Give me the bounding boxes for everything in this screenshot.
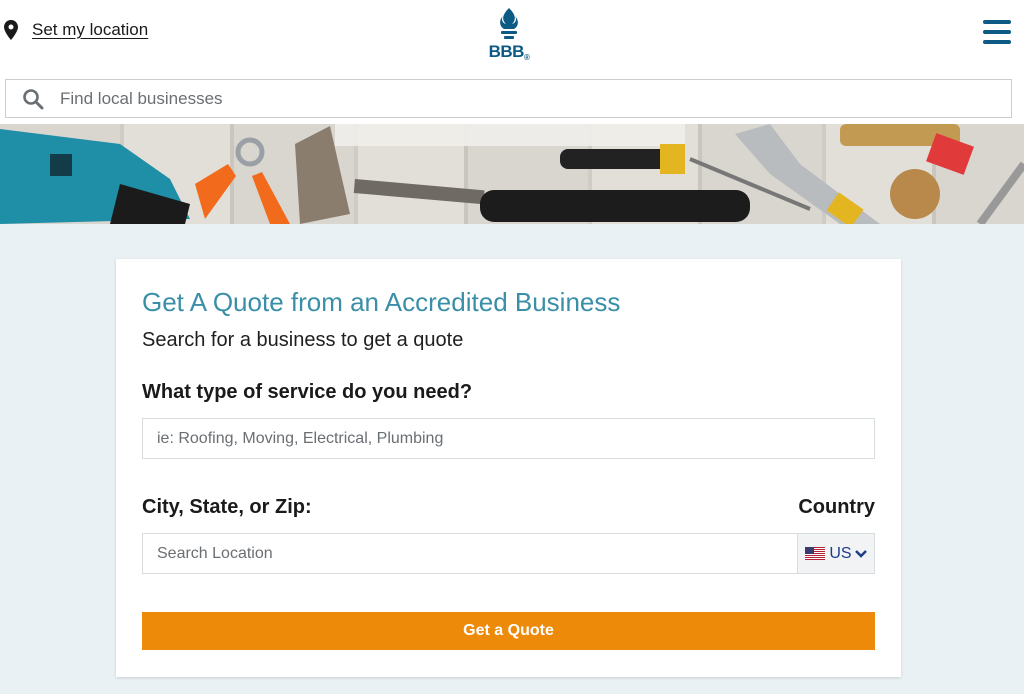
us-flag-icon [805, 547, 826, 560]
set-location-label[interactable]: Set my location [32, 20, 148, 40]
chevron-down-icon [854, 549, 867, 558]
menu-bar [983, 30, 1011, 34]
service-input[interactable] [142, 418, 875, 459]
menu-bar [983, 40, 1011, 44]
torch-icon [500, 8, 518, 39]
business-search-input[interactable] [60, 88, 960, 109]
bbb-wordmark: BBB [488, 42, 525, 61]
location-input[interactable] [142, 533, 798, 574]
map-pin-icon [4, 20, 18, 40]
bbb-logo-text: BBB® [487, 42, 531, 62]
card-title: Get A Quote from an Accredited Business [142, 287, 621, 317]
bbb-logo[interactable]: BBB® [487, 6, 531, 62]
country-select[interactable]: US [798, 533, 875, 574]
location-label: City, State, or Zip: [142, 496, 312, 518]
site-header: Set my location BBB® [0, 0, 1024, 124]
search-icon[interactable] [22, 88, 44, 110]
set-location-link[interactable]: Set my location [4, 20, 148, 40]
hamburger-menu-icon[interactable] [983, 18, 1011, 46]
service-label: What type of service do you need? [142, 381, 473, 403]
business-search-bar [5, 79, 1012, 118]
registered-mark: ® [523, 53, 530, 62]
tools-illustration [0, 124, 1024, 224]
tools-banner-image [0, 124, 1024, 224]
card-subtitle: Search for a business to get a quote [142, 329, 464, 351]
quote-card: Get A Quote from an Accredited Business … [116, 259, 901, 677]
country-label: Country [798, 496, 875, 518]
get-quote-button[interactable]: Get a Quote [142, 612, 875, 650]
country-value: US [829, 544, 852, 562]
menu-bar [983, 20, 1011, 24]
